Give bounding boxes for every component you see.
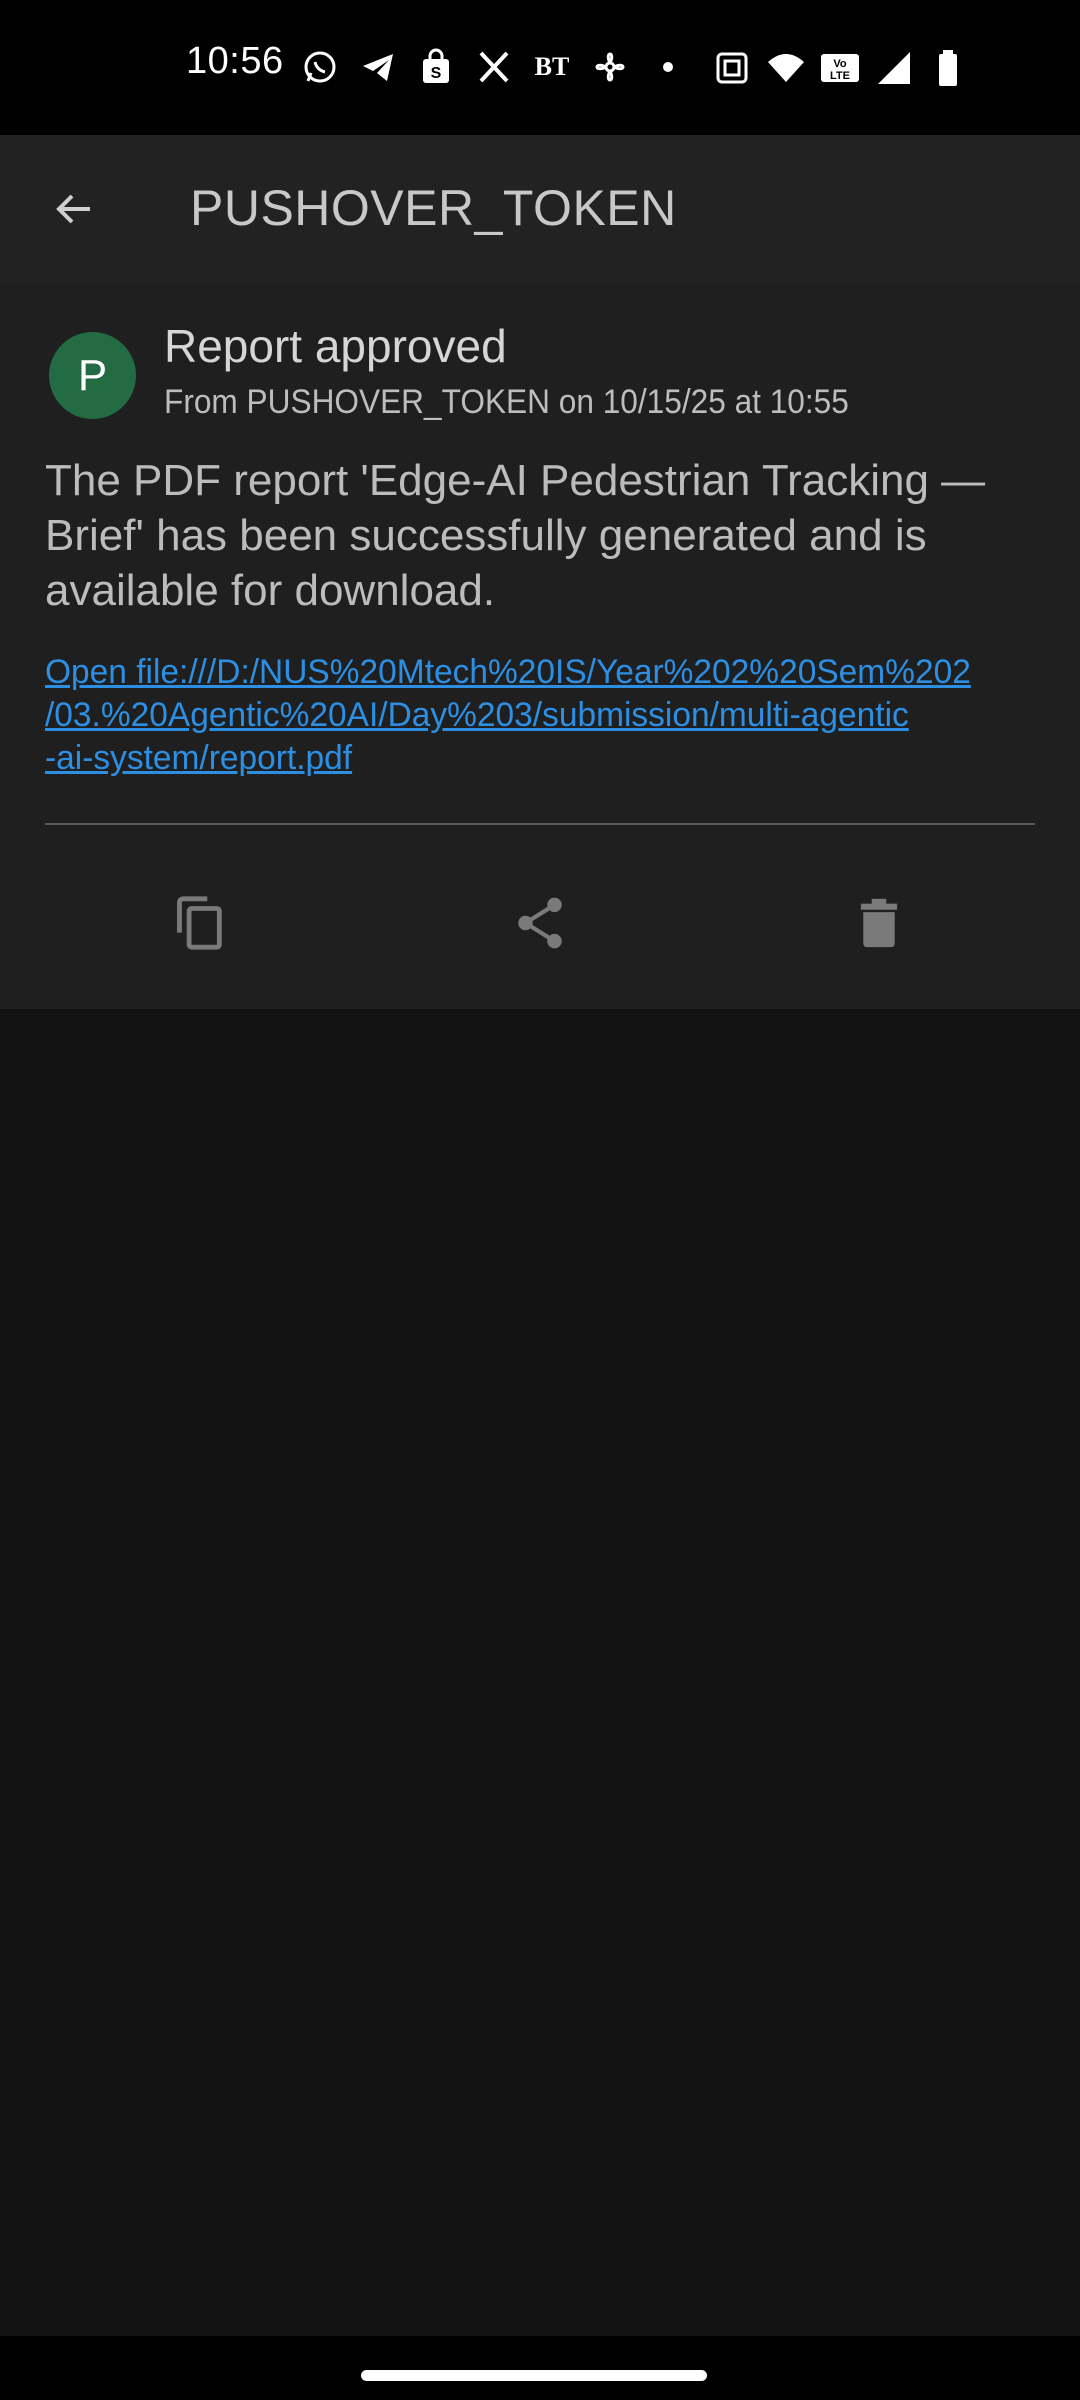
x-icon bbox=[474, 47, 514, 87]
app-bar: PUSHOVER_TOKEN bbox=[0, 135, 1080, 283]
wifi-icon bbox=[766, 48, 806, 88]
arrow-back-icon bbox=[56, 194, 90, 224]
svg-text:S: S bbox=[431, 65, 442, 82]
notification-icons: S BT bbox=[300, 44, 706, 90]
shopping-bag-icon: S bbox=[416, 47, 456, 87]
copy-icon bbox=[177, 896, 222, 950]
delete-button[interactable] bbox=[829, 873, 929, 973]
more-dot-icon bbox=[648, 47, 688, 87]
fan-icon bbox=[590, 47, 630, 87]
avatar: P bbox=[49, 332, 136, 419]
divider bbox=[45, 823, 1035, 825]
message-actions bbox=[0, 873, 1080, 973]
system-icons: Vo LTE bbox=[712, 46, 982, 90]
svg-text:LTE: LTE bbox=[830, 70, 850, 82]
message-title: Report approved bbox=[164, 320, 507, 372]
back-button[interactable] bbox=[34, 169, 114, 249]
share-button[interactable] bbox=[490, 873, 590, 973]
svg-text:Vo: Vo bbox=[833, 58, 847, 70]
nfc-icon bbox=[712, 48, 752, 88]
delete-icon bbox=[860, 898, 898, 948]
battery-icon bbox=[928, 48, 968, 88]
whatsapp-icon bbox=[300, 47, 340, 87]
share-icon bbox=[518, 897, 562, 949]
message-card: P Report approved From PUSHOVER_TOKEN on… bbox=[0, 283, 1080, 1009]
open-file-link[interactable]: Open file:///D:/NUS%20Mtech%20IS/Year%20… bbox=[45, 651, 1030, 780]
copy-button[interactable] bbox=[150, 873, 250, 973]
message-body: The PDF report 'Edge-AI Pedestrian Track… bbox=[45, 456, 986, 615]
volte-icon: Vo LTE bbox=[820, 48, 860, 88]
status-time: 10:56 bbox=[186, 40, 284, 82]
page-title: PUSHOVER_TOKEN bbox=[190, 180, 677, 236]
home-indicator[interactable] bbox=[361, 2370, 707, 2381]
message-from: From PUSHOVER_TOKEN on 10/15/25 at 10:55 bbox=[164, 383, 849, 421]
bt-icon: BT bbox=[534, 52, 570, 81]
status-bar: 10:56 S BT Vo LTE bbox=[0, 0, 1080, 135]
navigation-bar bbox=[0, 2336, 1080, 2400]
telegram-icon bbox=[358, 47, 398, 87]
cellular-signal-icon bbox=[874, 48, 914, 88]
